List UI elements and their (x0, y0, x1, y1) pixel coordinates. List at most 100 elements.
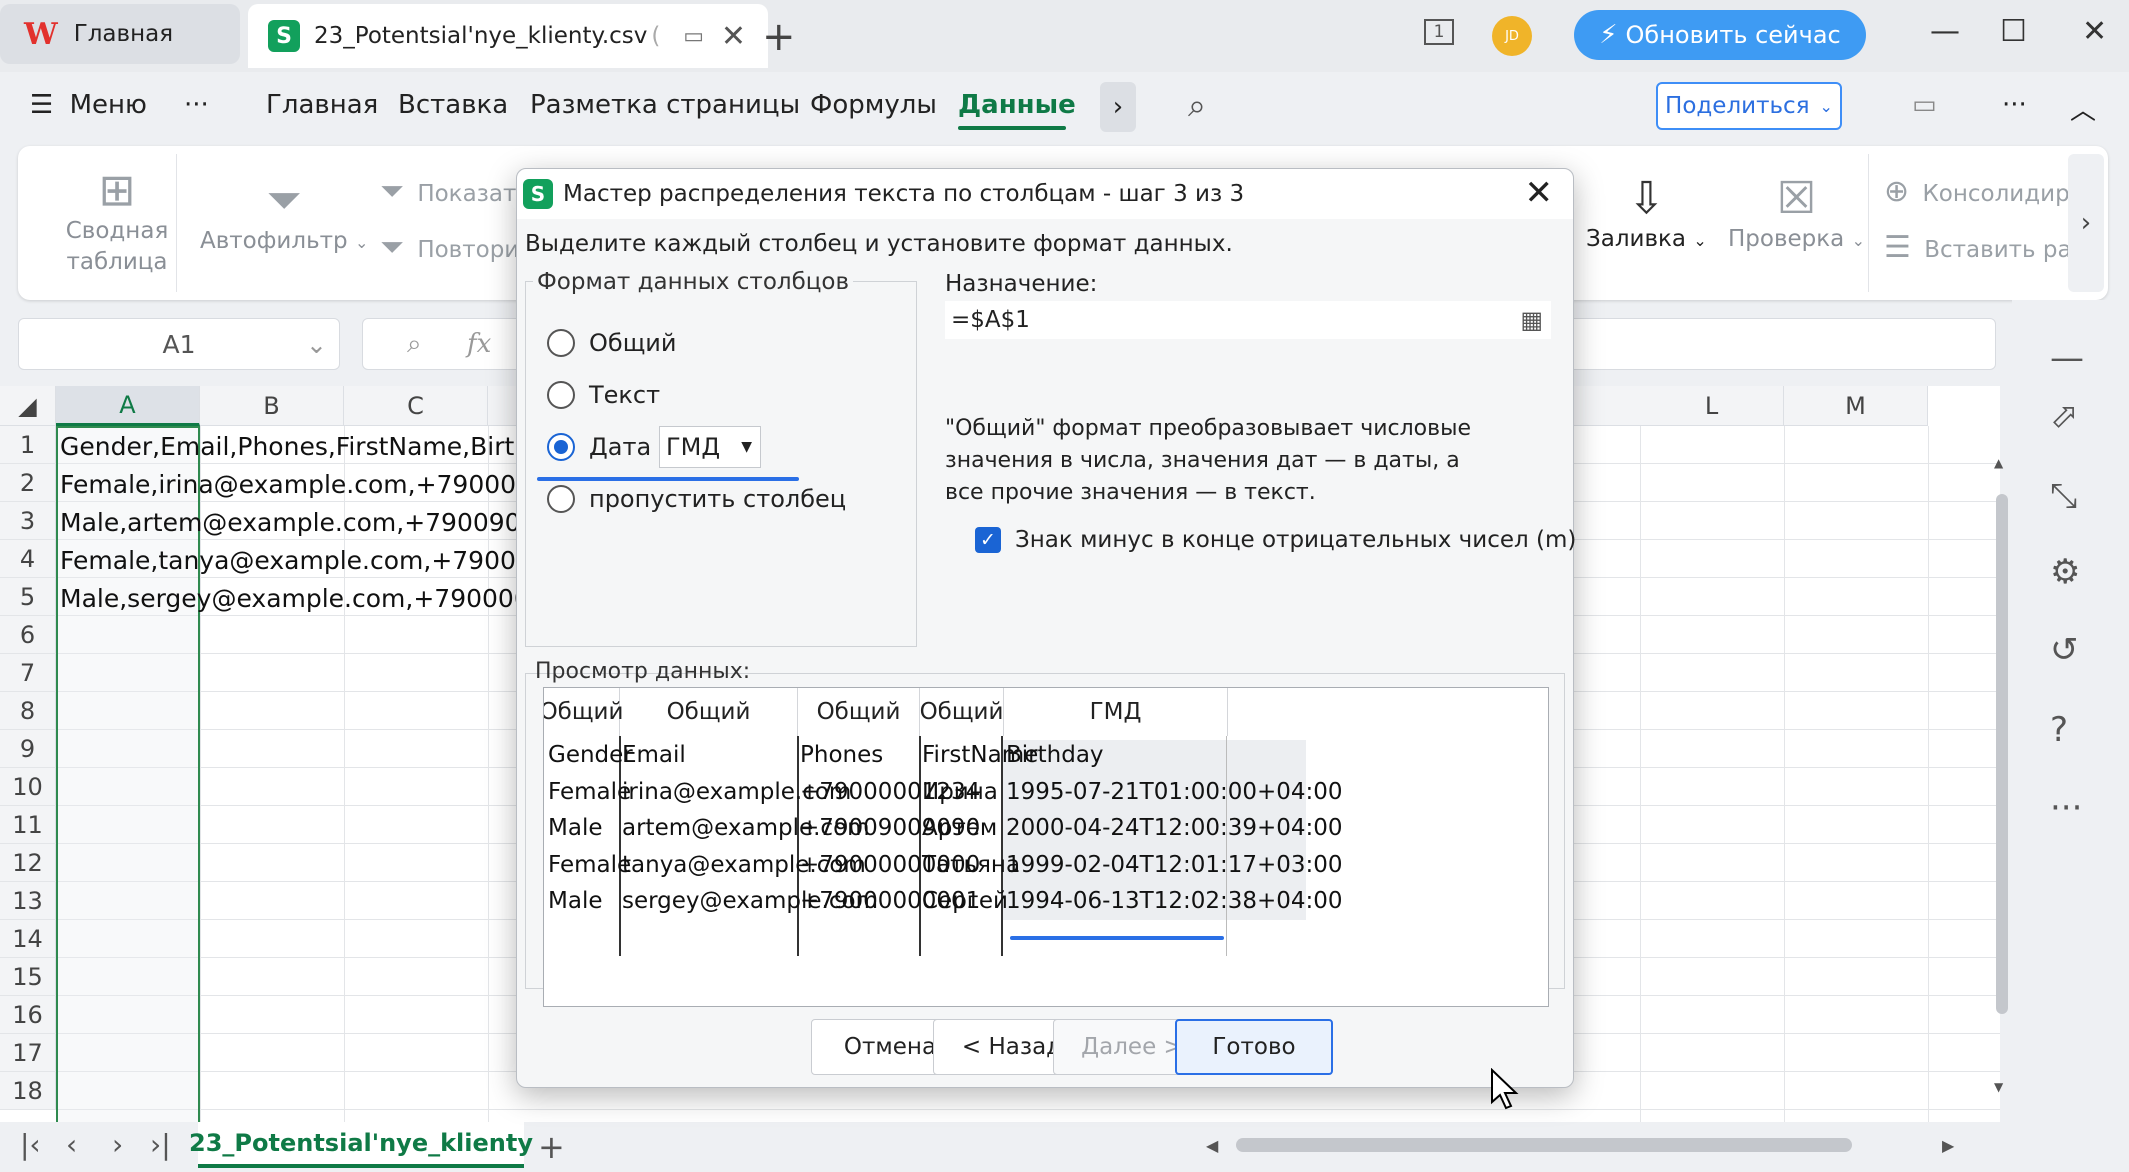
cell-a4[interactable]: Female,tanya@example.com,+790000 (60, 546, 548, 575)
data-preview[interactable]: Общий Общий Общий Общий ГМД Gender Email P… (543, 687, 1549, 1007)
preview-col-header-5[interactable]: ГМД (1004, 688, 1228, 736)
minus-icon[interactable]: — (2050, 338, 2084, 378)
row-header[interactable]: 11 (0, 806, 56, 844)
collapse-ribbon-icon[interactable]: ︿ (2070, 90, 2096, 127)
horizontal-scrollbar[interactable] (1236, 1138, 1852, 1152)
update-now-button[interactable]: ⚡ Обновить сейчас (1574, 10, 1866, 60)
radio-text[interactable]: Текст (547, 381, 660, 409)
comment-icon[interactable]: ▭ (1912, 90, 1937, 120)
range-picker-icon[interactable]: ▦ (1520, 306, 1543, 334)
trailing-minus-checkbox-row[interactable]: ✓ Знак минус в конце отрицательных чисел… (975, 527, 1576, 553)
fill-button[interactable]: ⇩ Заливка ⌄ (1586, 174, 1707, 256)
add-sheet-icon[interactable]: + (538, 1128, 565, 1166)
row-header[interactable]: 3 (0, 502, 56, 540)
resize-icon[interactable]: ⤡ (2050, 476, 2077, 516)
radio-date[interactable]: Дата (547, 433, 651, 461)
radio-skip[interactable]: пропустить столбец (547, 485, 846, 513)
cell-a1[interactable]: Gender,Email,Phones,FirstName,Birthd (60, 432, 546, 461)
scroll-up-icon[interactable]: ▲ (1994, 456, 2003, 470)
tab-page-layout[interactable]: Разметка страницы (530, 90, 800, 120)
more-horizontal-icon[interactable]: ··· (2050, 788, 2082, 828)
column-header-a[interactable]: A (56, 386, 200, 426)
close-window-icon[interactable]: ✕ (2082, 14, 2107, 49)
finish-button[interactable]: Готово (1175, 1019, 1333, 1075)
close-icon[interactable]: ✕ (1525, 173, 1554, 213)
add-tab-icon[interactable]: + (762, 14, 796, 60)
pointer-icon[interactable]: ⬀ (2050, 396, 2079, 436)
trailing-minus-checkbox[interactable]: ✓ (975, 527, 1001, 553)
chevron-right-icon[interactable]: › (1100, 82, 1136, 132)
column-header-b[interactable]: B (200, 386, 344, 426)
help-icon[interactable]: ? (2050, 710, 2068, 750)
preview-col-header-2[interactable]: Общий (620, 688, 798, 736)
sheet-tab[interactable]: 23_Potentsial'nye_klienty (189, 1122, 533, 1168)
minimize-icon[interactable]: — (1930, 14, 1960, 49)
cell-a2[interactable]: Female,irina@example.com,+7900000 (60, 470, 548, 499)
consolidate-button[interactable]: ⊕ Консолидир (1884, 174, 2070, 209)
tab-insert[interactable]: Вставка (398, 90, 508, 120)
preview-col-header-1[interactable]: Общий (544, 688, 623, 736)
row-header[interactable]: 4 (0, 540, 56, 578)
row-header[interactable]: 8 (0, 692, 56, 730)
show-button[interactable]: ⏷ Показать (380, 174, 530, 209)
tab-data[interactable]: Данные (958, 90, 1076, 120)
row-header[interactable]: 14 (0, 920, 56, 958)
tab-home[interactable]: Главная (266, 90, 378, 120)
search-icon[interactable]: ⌕ (1188, 86, 1206, 125)
radio-date-circle[interactable] (547, 433, 575, 461)
column-header-l[interactable]: L (1640, 386, 1784, 426)
row-header[interactable]: 16 (0, 996, 56, 1034)
row-header[interactable]: 13 (0, 882, 56, 920)
radio-general[interactable]: Общий (547, 329, 677, 357)
more-options-icon[interactable]: ··· (184, 90, 209, 120)
row-header[interactable]: 6 (0, 616, 56, 654)
first-sheet-icon[interactable]: |‹ (20, 1128, 41, 1161)
radio-skip-circle[interactable] (547, 485, 575, 513)
validation-button[interactable]: ☒ Проверка ⌄ (1728, 174, 1865, 256)
radio-text-circle[interactable] (547, 381, 575, 409)
preview-col-header-4[interactable]: Общий (920, 688, 1004, 736)
function-icon[interactable]: fx (467, 329, 491, 359)
sliders-icon[interactable]: ⚙ (2050, 552, 2080, 592)
more-horizontal-icon[interactable]: ··· (2002, 90, 2027, 120)
date-format-select[interactable]: ГМД ▼ (659, 426, 761, 468)
vertical-scrollbar[interactable]: ▲ ▼ (1992, 434, 2014, 1094)
scroll-down-icon[interactable]: ▼ (1994, 1080, 2003, 1094)
name-box[interactable]: A1 ⌄ (18, 318, 340, 370)
column-header-c[interactable]: C (344, 386, 488, 426)
cell-a3[interactable]: Male,artem@example.com,+7900900 (60, 508, 536, 537)
pivot-table-button[interactable]: ⊞ Сводная таблица (52, 166, 182, 278)
row-header[interactable]: 12 (0, 844, 56, 882)
close-tab-icon[interactable]: ✕ (721, 19, 746, 54)
row-header[interactable]: 1 (0, 426, 56, 464)
autofilter-button[interactable]: ⏷ Автофильтр ⌄ (200, 176, 368, 258)
history-icon[interactable]: ↺ (2050, 630, 2079, 670)
scroll-left-icon[interactable]: ◀ (1206, 1136, 1218, 1155)
home-tab[interactable]: W Главная (0, 4, 240, 64)
tab-formulas[interactable]: Формулы (810, 90, 937, 120)
select-all-corner[interactable]: ◢ (0, 386, 56, 426)
share-button[interactable]: Поделиться ⌄ (1656, 82, 1842, 130)
avatar[interactable]: JD (1492, 16, 1532, 56)
ribbon-scroll-right-icon[interactable]: › (2068, 154, 2104, 292)
prev-sheet-icon[interactable]: ‹ (66, 1128, 77, 1161)
row-header[interactable]: 2 (0, 464, 56, 502)
row-header[interactable]: 17 (0, 1034, 56, 1072)
row-header[interactable]: 15 (0, 958, 56, 996)
cell-a5[interactable]: Male,sergey@example.com,+790000 (60, 584, 530, 613)
scroll-right-icon[interactable]: ▶ (1942, 1136, 1954, 1155)
scroll-thumb[interactable] (1996, 494, 2008, 1014)
row-header[interactable]: 5 (0, 578, 56, 616)
insert-rows-button[interactable]: ☰ Вставить ра (1884, 230, 2072, 265)
zoom-icon[interactable]: ⌕ (407, 329, 422, 360)
file-tab[interactable]: S 23_Potentsial'nye_klienty.csv ( ▭ ✕ (248, 4, 768, 68)
preview-col-header-3[interactable]: Общий (798, 688, 920, 736)
next-sheet-icon[interactable]: › (112, 1128, 123, 1161)
repeat-button[interactable]: ⏷ Повтори (380, 230, 519, 265)
destination-input[interactable]: =$A$1 ▦ (945, 301, 1551, 339)
last-sheet-icon[interactable]: ›| (150, 1128, 171, 1161)
column-header-m[interactable]: M (1784, 386, 1928, 426)
radio-general-circle[interactable] (547, 329, 575, 357)
row-header[interactable]: 7 (0, 654, 56, 692)
row-header[interactable]: 9 (0, 730, 56, 768)
